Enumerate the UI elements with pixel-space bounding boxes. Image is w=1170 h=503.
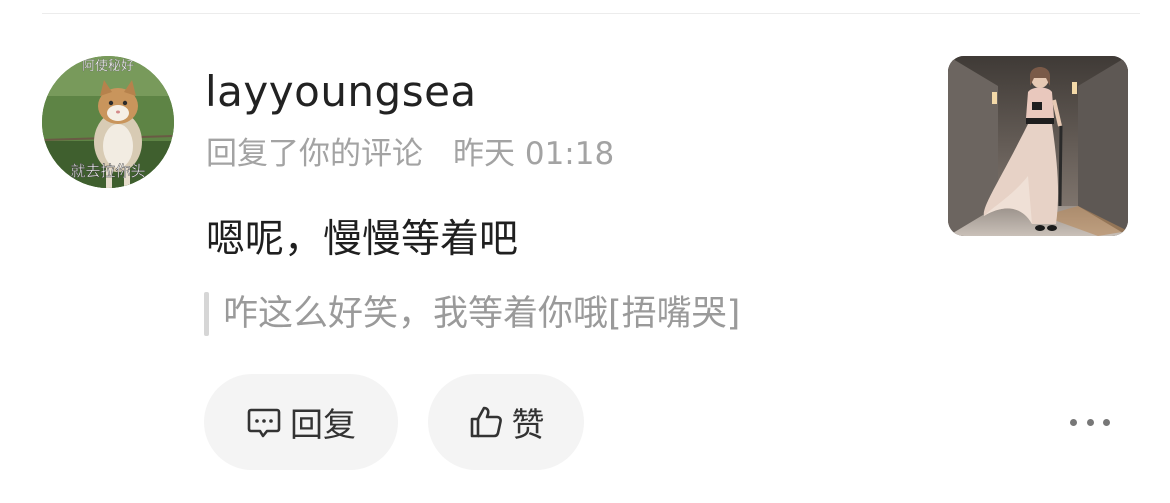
avatar-bottom-caption: 就去拉你头	[70, 162, 145, 180]
timestamp: 昨天 01:18	[453, 136, 615, 172]
cat-meme-avatar-icon: 阿使秘好 就去拉你头	[42, 56, 174, 188]
fashion-photo-thumbnail-icon	[948, 56, 1128, 236]
quoted-text: 咋这么好笑，我等着你哦[捂嘴哭]	[223, 294, 741, 334]
more-dot	[1103, 418, 1110, 426]
thumbs-up-icon	[468, 404, 504, 440]
post-thumbnail[interactable]	[948, 56, 1128, 236]
action-text: 回复了你的评论	[206, 136, 423, 172]
user-avatar[interactable]: 阿使秘好 就去拉你头	[42, 56, 174, 188]
comment-meta: 回复了你的评论 昨天 01:18	[206, 134, 614, 174]
avatar-top-caption: 阿使秘好	[82, 58, 134, 74]
reply-button[interactable]: 回复	[204, 374, 398, 470]
reply-text: 嗯呢，慢慢等着吧	[206, 217, 519, 262]
quoted-comment[interactable]: 咋这么好笑，我等着你哦[捂嘴哭]	[204, 290, 740, 338]
like-button[interactable]: 赞	[428, 374, 584, 470]
top-divider	[42, 13, 1140, 14]
comment-bubble-icon	[246, 404, 282, 440]
more-dot	[1070, 418, 1077, 426]
more-dot	[1086, 418, 1094, 426]
more-dots-icon[interactable]	[1070, 410, 1110, 434]
quote-bar	[204, 292, 209, 336]
like-label: 赞	[511, 405, 545, 444]
reply-label: 回复	[290, 405, 356, 444]
username[interactable]: layyoungsea	[205, 66, 477, 118]
